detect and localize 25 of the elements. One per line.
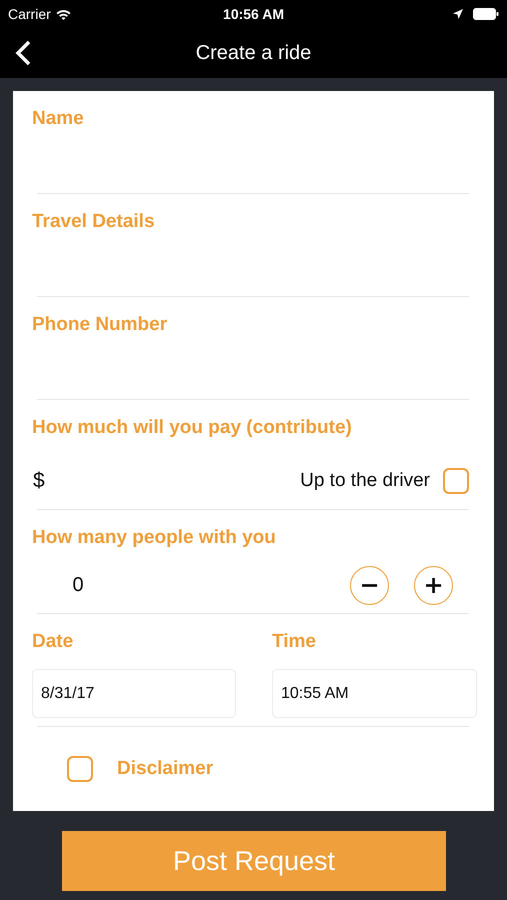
field-label: How much will you pay (contribute) — [32, 417, 353, 439]
wifi-icon — [56, 8, 71, 20]
time-field[interactable]: 10:55 AM — [272, 669, 477, 718]
checkbox[interactable] — [443, 468, 469, 494]
field-label: Date — [32, 631, 74, 653]
checkbox[interactable] — [67, 756, 93, 782]
people-count: 0 — [71, 574, 85, 597]
screen-title: Create a ride — [196, 42, 312, 64]
disclaimer-label: Disclaimer — [117, 758, 214, 780]
carrier-label: Carrier — [8, 6, 51, 22]
option-label: Up to the driver — [300, 470, 430, 492]
decrement-button[interactable]: − — [350, 566, 389, 605]
battery-icon — [473, 8, 500, 20]
field-label: Time — [272, 631, 318, 653]
currency-symbol: $ — [33, 468, 45, 492]
date-field[interactable]: 8/31/17 — [32, 669, 236, 718]
back-button[interactable] — [14, 40, 32, 66]
increment-button[interactable]: + — [414, 566, 453, 605]
chevron-left-icon — [14, 40, 32, 66]
clock-time: 10:56 AM — [223, 6, 284, 22]
field-label: How many people with you — [32, 527, 277, 549]
field-label: Phone Number — [32, 314, 168, 336]
field-label: Travel Details — [32, 211, 156, 233]
field-label: Name — [32, 108, 85, 130]
location-arrow-icon — [453, 9, 464, 19]
